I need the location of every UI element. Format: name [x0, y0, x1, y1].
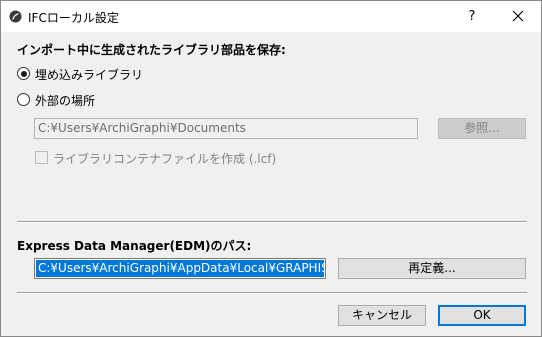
footer-separator-highlight	[17, 293, 527, 294]
radio-button-embedded[interactable]	[17, 67, 30, 80]
radio-embedded-library[interactable]: 埋め込みライブラリ	[17, 66, 217, 82]
close-button[interactable]	[500, 1, 536, 32]
import-section-heading: インポート中に生成されたライブラリ部品を保存:	[17, 43, 286, 57]
ifc-local-settings-dialog: IFCローカル設定 ? インポート中に生成されたライブラリ部品を保存: 埋め込み…	[0, 0, 542, 337]
radio-embedded-label: 埋め込みライブラリ	[35, 68, 144, 82]
radio-external-label: 外部の場所	[35, 94, 96, 108]
close-icon	[512, 10, 524, 22]
library-container-checkbox[interactable]	[35, 151, 48, 164]
separator-highlight	[17, 222, 527, 223]
dialog-title: IFCローカル設定	[28, 11, 119, 25]
library-container-label: ライブラリコンテナファイルを作成 (.lcf)	[53, 152, 277, 166]
help-button[interactable]: ?	[454, 1, 490, 32]
archicad-app-icon	[9, 10, 22, 23]
edm-path-field[interactable]: C:¥Users¥ArchiGraphi¥AppData¥Local¥GRAPH…	[34, 258, 326, 279]
ok-button[interactable]: OK	[438, 305, 526, 326]
external-path-field[interactable]: C:¥Users¥ArchiGraphi¥Documents	[34, 118, 418, 139]
title-bar: IFCローカル設定 ?	[1, 1, 541, 32]
cancel-button[interactable]: キャンセル	[338, 305, 426, 326]
edm-section-heading: Express Data Manager(EDM)のパス:	[17, 239, 252, 253]
radio-button-external[interactable]	[17, 93, 30, 106]
radio-external-location[interactable]: 外部の場所	[17, 92, 217, 108]
library-container-checkbox-row[interactable]: ライブラリコンテナファイルを作成 (.lcf)	[35, 150, 295, 166]
redefine-button[interactable]: 再定義...	[338, 258, 526, 279]
browse-button[interactable]: 参照...	[438, 118, 526, 139]
edm-path-selected-text: C:¥Users¥ArchiGraphi¥AppData¥Local¥GRAPH…	[36, 260, 324, 277]
